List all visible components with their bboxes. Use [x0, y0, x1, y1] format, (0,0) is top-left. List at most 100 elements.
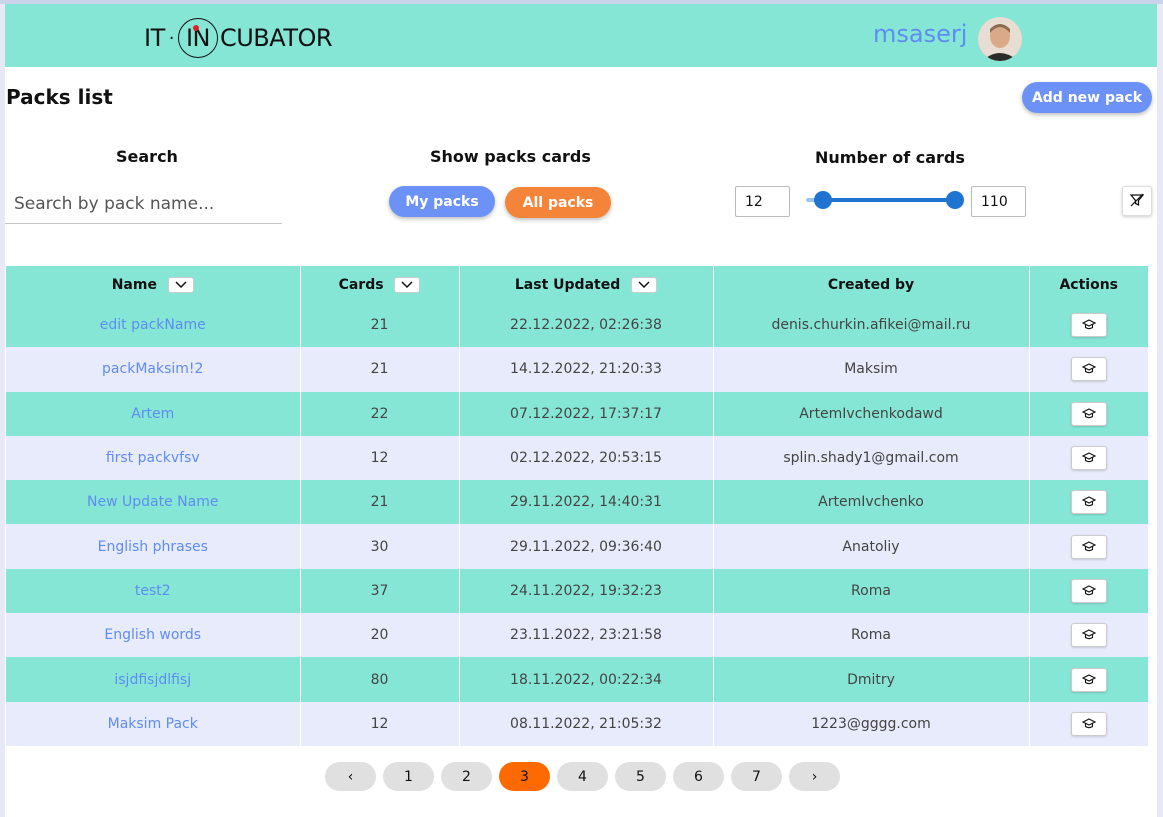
column-header-name: Name	[6, 266, 301, 303]
packs-table: Name Cards Last Updated Created by Actio…	[6, 266, 1148, 746]
app-header: IT · IN CUBATOR msaserj	[5, 4, 1157, 67]
created-by: Anatoliy	[713, 524, 1030, 569]
logo-text-right: CUBATOR	[219, 24, 333, 52]
pack-name-link[interactable]: English words	[6, 613, 301, 658]
created-by: splin.shady1@gmail.com	[713, 435, 1030, 481]
all-packs-button[interactable]: All packs	[505, 187, 611, 218]
sort-name-button[interactable]	[167, 276, 194, 293]
page-button-1[interactable]: 1	[383, 762, 434, 791]
range-slider-min-thumb[interactable]	[814, 191, 832, 209]
actions-cell	[1029, 303, 1148, 348]
logo-red-dot	[192, 25, 199, 31]
table-row: Maksim Pack 12 08.11.2022, 21:05:32 1223…	[6, 701, 1148, 746]
my-packs-button[interactable]: My packs	[389, 186, 495, 217]
prev-page-button[interactable]: ‹	[325, 762, 376, 791]
pack-name-link[interactable]: New Update Name	[6, 480, 301, 525]
actions-cell	[1029, 480, 1148, 525]
min-cards-input[interactable]: 12	[735, 186, 790, 217]
column-header-actions: Actions	[1029, 266, 1148, 303]
page-button-2[interactable]: 2	[441, 762, 492, 791]
reset-filters-button[interactable]	[1122, 186, 1152, 216]
actions-cell	[1029, 524, 1148, 569]
app-logo[interactable]: IT · IN CUBATOR	[144, 18, 333, 58]
table-row: English phrases 30 29.11.2022, 09:36:40 …	[6, 524, 1148, 569]
learn-button[interactable]	[1070, 313, 1107, 338]
graduation-cap-icon	[1081, 673, 1096, 684]
created-by: Maksim	[713, 347, 1030, 392]
actions-cell	[1029, 435, 1148, 481]
last-updated: 22.12.2022, 02:26:38	[459, 303, 714, 348]
column-header-created-by: Created by	[713, 266, 1030, 303]
pack-name-link[interactable]: Maksim Pack	[6, 701, 301, 746]
page-title: Packs list	[6, 85, 113, 109]
range-slider-track[interactable]	[823, 198, 955, 202]
search-input[interactable]	[5, 184, 282, 224]
learn-button[interactable]	[1070, 578, 1107, 603]
learn-button[interactable]	[1070, 534, 1107, 559]
number-of-cards-label: Number of cards	[815, 148, 965, 167]
page-button-7[interactable]: 7	[731, 762, 782, 791]
last-updated: 29.11.2022, 09:36:40	[459, 524, 714, 569]
actions-cell	[1029, 347, 1148, 392]
learn-button[interactable]	[1070, 401, 1107, 426]
last-updated: 24.11.2022, 19:32:23	[459, 568, 714, 614]
pack-name-link[interactable]: isjdfisjdlfisj	[6, 657, 301, 702]
graduation-cap-icon	[1081, 718, 1096, 729]
pack-name-link[interactable]: edit packName	[6, 303, 301, 348]
pack-name-link[interactable]: first packvfsv	[6, 435, 301, 481]
table-row: Artem 22 07.12.2022, 17:37:17 ArtemIvche…	[6, 391, 1148, 436]
actions-cell	[1029, 391, 1148, 436]
learn-button[interactable]	[1070, 490, 1107, 515]
learn-button[interactable]	[1070, 446, 1107, 471]
max-cards-input[interactable]: 110	[971, 186, 1026, 217]
chevron-down-icon	[401, 280, 413, 288]
learn-button[interactable]	[1070, 667, 1107, 692]
cards-count: 21	[300, 303, 460, 348]
sort-cards-button[interactable]	[394, 276, 421, 293]
created-by: Dmitry	[713, 657, 1030, 702]
search-label: Search	[116, 147, 178, 166]
cards-count: 22	[300, 391, 460, 436]
range-slider-max-thumb[interactable]	[946, 191, 964, 209]
actions-cell	[1029, 657, 1148, 702]
created-by: ArtemIvchenkodawd	[713, 391, 1030, 436]
page-button-6[interactable]: 6	[673, 762, 724, 791]
page-button-4[interactable]: 4	[557, 762, 608, 791]
graduation-cap-icon	[1081, 319, 1096, 330]
pack-name-link[interactable]: Artem	[6, 391, 301, 436]
last-updated: 18.11.2022, 00:22:34	[459, 657, 714, 702]
last-updated: 07.12.2022, 17:37:17	[459, 391, 714, 436]
page-button-5[interactable]: 5	[615, 762, 666, 791]
table-header-row: Name Cards Last Updated Created by Actio…	[6, 266, 1148, 303]
cards-count: 80	[300, 657, 460, 702]
username[interactable]: msaserj	[873, 20, 967, 48]
column-header-updated: Last Updated	[459, 266, 714, 303]
graduation-cap-icon	[1081, 629, 1096, 640]
pack-name-link[interactable]: test2	[6, 568, 301, 614]
last-updated: 08.11.2022, 21:05:32	[459, 701, 714, 746]
show-packs-label: Show packs cards	[430, 147, 591, 166]
cards-count: 21	[300, 480, 460, 525]
created-by: 1223@gggg.com	[713, 701, 1030, 746]
learn-button[interactable]	[1070, 357, 1107, 382]
learn-button[interactable]	[1070, 623, 1107, 648]
cards-count: 21	[300, 347, 460, 392]
column-label-updated: Last Updated	[514, 276, 621, 293]
pagination: ‹ 1 2 3 4 5 6 7 ›	[325, 762, 840, 791]
created-by: Roma	[713, 568, 1030, 614]
pack-name-link[interactable]: packMaksim!2	[6, 347, 301, 392]
graduation-cap-icon	[1081, 452, 1096, 463]
chevron-down-icon	[175, 280, 187, 288]
last-updated: 14.12.2022, 21:20:33	[459, 347, 714, 392]
add-new-pack-button[interactable]: Add new pack	[1022, 82, 1152, 113]
learn-button[interactable]	[1070, 711, 1107, 736]
graduation-cap-icon	[1081, 363, 1096, 374]
last-updated: 29.11.2022, 14:40:31	[459, 480, 714, 525]
avatar[interactable]	[978, 17, 1022, 61]
page-button-3[interactable]: 3	[499, 762, 550, 791]
table-row: packMaksim!2 21 14.12.2022, 21:20:33 Mak…	[6, 347, 1148, 392]
next-page-button[interactable]: ›	[789, 762, 840, 791]
pack-name-link[interactable]: English phrases	[6, 524, 301, 569]
sort-updated-button[interactable]	[631, 276, 658, 293]
logo-text-left: IT	[144, 24, 165, 52]
